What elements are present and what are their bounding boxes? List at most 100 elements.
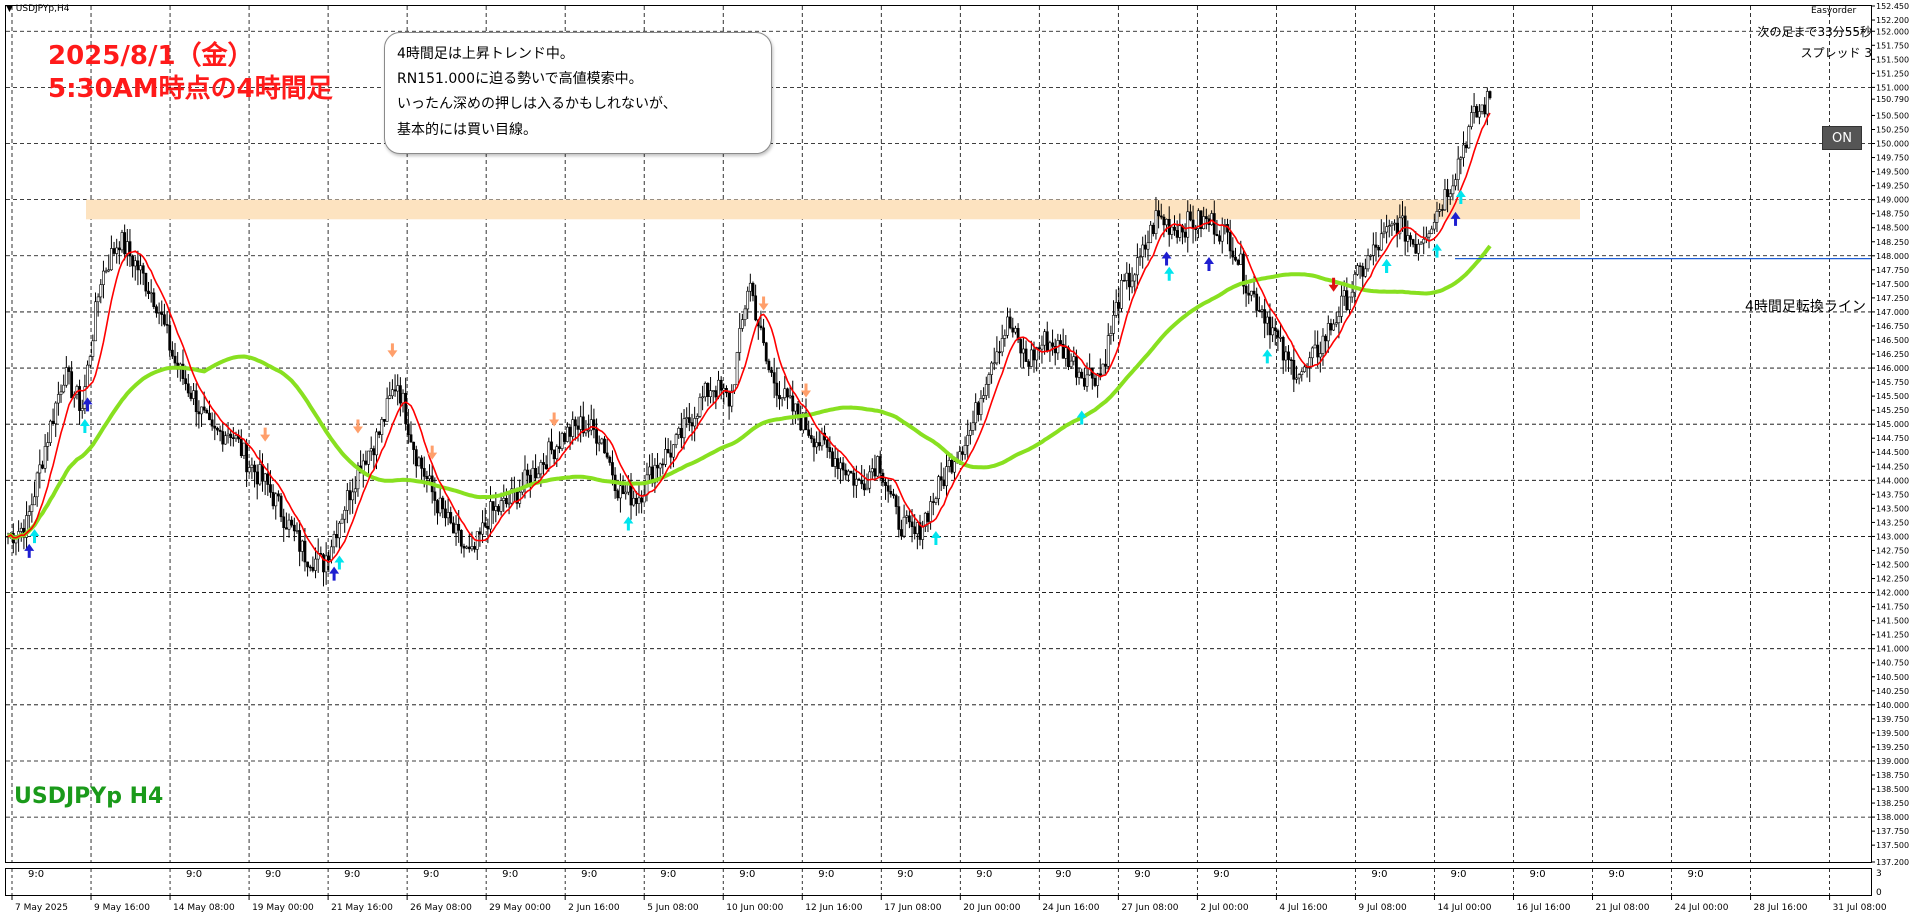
candle-body [51,420,55,424]
candle-body [88,356,92,366]
candle-body [433,491,437,501]
candle-body [210,419,214,427]
subwindow-bottom-value: 0 [1876,888,1882,898]
candle-body [1321,335,1325,354]
candle-body [1279,337,1282,339]
easyorder-label[interactable]: Easyorder [1811,6,1856,16]
candle-body [523,469,527,487]
candle-body [629,483,633,506]
price-label: 141.000 [1876,645,1909,654]
candle-body [542,462,545,465]
candle-body [1104,363,1107,367]
candle-body [1011,327,1015,333]
candle-body [377,431,381,435]
price-label: 151.750 [1876,41,1909,50]
price-label: 138.750 [1876,771,1909,780]
price-label: 147.500 [1876,280,1909,289]
price-label: 141.750 [1876,603,1909,612]
candle-body [839,462,842,469]
candle-body [847,470,850,476]
candle-body [1345,290,1349,311]
window-menu-icon[interactable]: ▼ [6,4,13,14]
candle-body [809,435,813,440]
candle-body [489,501,492,530]
candle-body [558,446,561,449]
date-title: 2025/8/1（金） 5:30AM時点の4時間足 [48,40,333,106]
candle-body [1120,279,1123,309]
candle-body [1411,239,1415,245]
price-label: 143.500 [1876,504,1909,513]
candle-body [857,478,861,481]
candle-body [1141,244,1145,257]
candle-body [862,483,866,491]
note-line-3: いったん深めの押しは入るかもしれないが、 [397,96,677,112]
candle-body [46,442,50,447]
sell-signal-arrow [387,343,398,358]
price-label: 142.250 [1876,575,1909,584]
candle-body [231,437,235,440]
candle-body [67,367,71,372]
candle-body [1443,189,1447,211]
subwindow-tick-label: 9:0 [1450,869,1466,880]
candle-body [380,419,384,435]
candle-body [1488,91,1492,99]
candle-body [247,467,251,473]
candle-body [1363,268,1367,277]
candle-body [287,519,291,530]
candle-body [1393,222,1396,225]
date-label: 17 Jun 08:00 [884,903,941,913]
candle-body [56,394,60,404]
candle-body [550,441,553,451]
candle-body [884,481,887,486]
candle-body [478,531,482,535]
candle-body [632,497,636,506]
candle-body [852,472,856,486]
price-label: 145.500 [1876,392,1909,401]
candle-body [534,467,537,479]
candle-body [99,284,103,298]
candle-body [878,456,882,474]
price-label: 139.750 [1876,715,1909,724]
candle-body [290,519,294,526]
price-label: 151.000 [1876,83,1909,92]
candle-body [1244,285,1248,294]
price-label: 148.500 [1876,224,1909,233]
price-label: 137.200 [1876,858,1909,867]
candle-body [1417,243,1420,254]
candle-body [502,497,506,502]
candle-body [1006,316,1009,336]
candle-body [603,438,606,454]
candle-body [833,458,837,467]
candle-body [311,567,315,571]
candle-body [579,416,583,430]
candle-body [995,351,999,364]
price-chart[interactable]: 152.450 152.200 152.000 151.750 151.500 151.2… [0,0,1912,919]
price-axis: 152.450 152.200 152.000 151.750 151.500 151.2… [1871,2,1909,867]
on-button[interactable]: ON [1822,126,1862,150]
candle-body [634,497,638,504]
candle-body [1361,266,1365,277]
candle-body [929,501,933,522]
candle-body [1162,216,1166,226]
candle-body [35,472,39,498]
candle-body [186,383,190,394]
subwindow-tick-label: 9:0 [423,869,439,880]
price-label: 144.750 [1876,434,1909,443]
candle-body [1212,213,1216,235]
candle-body [102,270,105,285]
window-title[interactable]: ▼ USDJPYp,H4 [6,4,69,14]
candle-body [1051,342,1054,347]
candle-body [730,390,734,407]
subwindow-frame [5,868,1872,896]
candle-body [1135,257,1139,276]
candle-body [1228,231,1232,252]
candle-body [470,546,474,550]
candle-body [1414,243,1418,254]
candle-body [1472,106,1476,113]
price-label: 150.000 [1876,140,1909,149]
candle-body [1273,327,1277,331]
date-label: 10 Jun 00:00 [726,903,783,913]
candle-body [1419,242,1423,245]
candle-body [640,497,644,503]
resistance-zone [86,199,1580,220]
